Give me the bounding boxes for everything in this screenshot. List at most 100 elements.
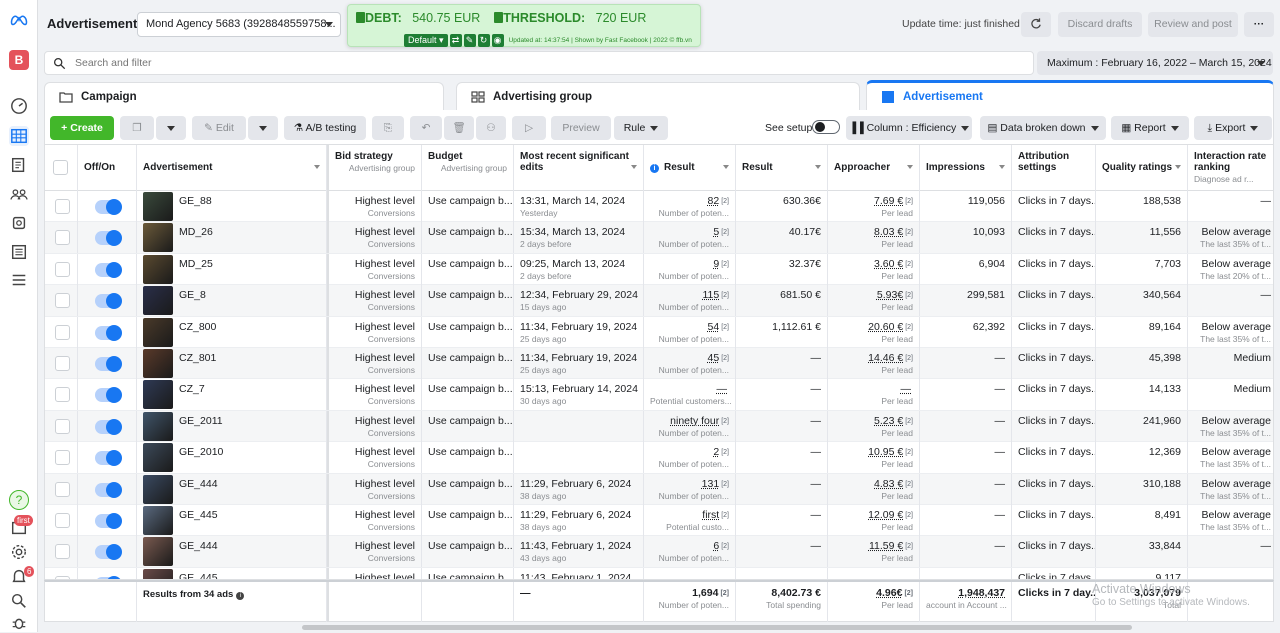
ad-status-toggle[interactable] [95,261,122,278]
horizontal-scrollbar[interactable] [302,625,1132,630]
ad-name[interactable]: GE_444 [179,478,218,491]
table-row[interactable]: GE_2010 Highest level Conversions Use campa… [45,442,1273,474]
cell-result-value[interactable]: first [702,509,719,521]
ad-thumbnail[interactable] [143,568,173,579]
cell-approacher-value[interactable]: 5.23 € [874,415,903,427]
table-row[interactable]: GE_445 Highest levelConversions Use campai… [45,505,1273,537]
cell-result-value[interactable]: 6 [713,540,719,552]
ad-name[interactable]: CZ_7 [179,383,205,396]
table-row[interactable]: GE_88 Highest level Conversions Use campaig… [45,191,1273,223]
preview-button[interactable]: Preview [551,116,611,140]
table-row[interactable]: CZ_800 Highest level Conversions Use campai… [45,316,1273,348]
select-all-checkbox[interactable] [53,160,68,175]
ad-status-toggle[interactable] [95,544,122,561]
table-row[interactable]: GE_444 Highest level Conversions Use campai… [45,473,1273,505]
ad-status-toggle[interactable] [95,230,122,247]
col-approacher[interactable]: Approacher [828,145,920,191]
ad-thumbnail[interactable] [143,286,173,316]
cell-approacher-value[interactable]: 14.46 € [868,352,903,364]
cell-approacher-value[interactable]: 5.93€ [877,289,903,301]
ad-status-toggle[interactable] [95,293,122,310]
billing-icon[interactable] [9,242,29,262]
cell-approacher-value[interactable]: 20.60 € [868,321,903,333]
export-button[interactable]: ⤓ Export [1194,116,1272,140]
table-row[interactable]: CZ_801 Highest level Conversions Use campai… [45,348,1273,380]
row-checkbox[interactable] [55,544,70,560]
rule-button[interactable]: Rule [614,116,668,140]
ad-thumbnail[interactable] [143,443,173,473]
cell-approacher-value[interactable]: 11.59 € [869,540,903,552]
col-result-cost[interactable]: Result [736,145,828,191]
create-button[interactable]: + Create [50,116,114,140]
cell-approacher-value[interactable]: 12.09 € [868,509,903,521]
col-onoff[interactable]: Off/On [78,145,137,191]
row-checkbox[interactable] [55,293,70,309]
search-icon[interactable] [9,591,29,611]
cell-result-value[interactable]: 131 [702,478,720,490]
col-interaction[interactable]: Interaction rate ranking Diagnose ad r... [1188,145,1273,191]
col-advertisement[interactable]: Advertisement [137,145,327,191]
cell-result-value[interactable]: 5 [713,226,719,238]
cell-result-value[interactable]: 9 [713,258,719,270]
ad-preview-tool-button[interactable]: ▷ [512,116,546,140]
ad-thumbnail[interactable] [143,254,173,284]
audiences-icon[interactable] [9,184,29,204]
shuffle-icon[interactable]: ⇄ [449,33,462,47]
row-checkbox[interactable] [55,230,70,246]
report-button[interactable]: ▦ Report [1111,116,1189,140]
ad-status-toggle[interactable] [95,450,122,467]
ad-status-toggle[interactable] [95,324,122,341]
ad-status-toggle[interactable] [95,513,122,529]
ad-thumbnail[interactable] [143,474,173,504]
discard-drafts-button[interactable]: Discard drafts [1058,12,1142,37]
clipboard-button[interactable]: ⎘ [372,116,404,140]
table-row[interactable]: GE_8 Highest level Conversions Use campaign… [45,285,1273,317]
audience-button[interactable]: ⚇ [476,116,506,140]
menu-icon[interactable] [9,270,29,290]
columns-button[interactable]: ▐▐ Column : Efficiency [846,116,972,140]
ad-name[interactable]: GE_8 [179,289,206,302]
table-row[interactable]: CZ_7 Highest level Conversions Use campaign… [45,379,1273,411]
ads-manager-table-icon[interactable] [9,126,29,146]
row-checkbox[interactable] [55,199,70,214]
col-budget[interactable]: Budget Advertising group [422,145,514,191]
tab-advertising-group[interactable]: Advertising group [456,82,860,110]
ad-name[interactable]: CZ_800 [179,321,216,334]
edit-button[interactable]: ✎ Edit [192,116,246,140]
search-input[interactable] [75,54,975,72]
ab-testing-button[interactable]: ⚗ A/B testing [284,116,366,140]
cell-approacher-value[interactable]: 3.60 € [874,258,903,270]
row-checkbox[interactable] [55,387,70,403]
media-library-icon[interactable] [9,213,29,233]
ad-status-toggle[interactable] [95,418,122,435]
account-avatar[interactable]: B [9,50,29,70]
refresh-button[interactable] [1021,12,1051,37]
edit-dropdown[interactable] [248,116,278,140]
cell-result-value[interactable]: 45 [708,352,720,364]
ad-thumbnail[interactable] [143,317,173,347]
pages-icon[interactable] [9,155,29,175]
tab-advertisement[interactable]: Advertisement [866,80,1274,110]
ad-thumbnail[interactable] [143,380,173,410]
ad-status-toggle[interactable] [95,481,122,498]
row-checkbox[interactable] [55,418,70,434]
ad-thumbnail[interactable] [143,192,173,221]
review-post-button[interactable]: Review and post [1148,12,1238,37]
ad-status-toggle[interactable] [95,356,122,372]
ad-name[interactable]: CZ_801 [179,352,216,365]
cell-result-value[interactable]: 82 [708,195,720,207]
ad-status-toggle[interactable] [95,199,122,215]
breakdown-button[interactable]: ▤ Data broken down [980,116,1106,140]
ad-name[interactable]: GE_444 [179,540,218,553]
cell-approacher-value[interactable]: — [901,383,912,395]
tab-campaign[interactable]: Campaign [44,82,444,110]
account-selector[interactable]: Mond Agency 5683 (3928848559758... [137,12,341,37]
col-attribution[interactable]: Attribution settings [1012,145,1096,191]
date-range-picker[interactable]: Maximum : February 16, 2022 – March 15, … [1037,51,1273,75]
more-options-button[interactable]: ··· [1244,12,1274,37]
col-bid-strategy[interactable]: Bid strategy Advertising group [327,145,422,191]
cell-result-value[interactable]: 54 [708,321,720,333]
ad-name[interactable]: GE_2011 [179,415,223,428]
row-checkbox[interactable] [55,481,70,497]
cell-approacher-value[interactable]: 7.69 € [874,195,903,207]
